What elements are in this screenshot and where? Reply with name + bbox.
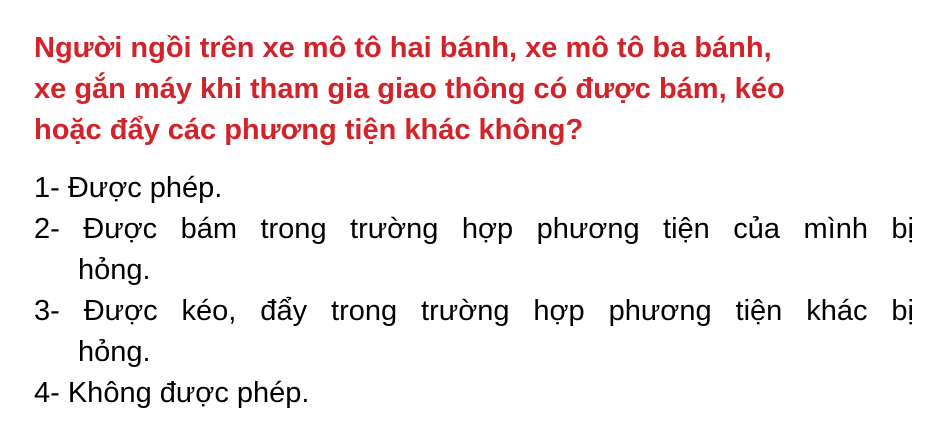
question-card: Người ngồi trên xe mô tô hai bánh, xe mô… xyxy=(0,0,944,439)
answer-text: 3- Được kéo, đẩy trong trường hợp phương… xyxy=(34,295,914,327)
answer-text: 2- Được bám trong trường hợp phương tiện… xyxy=(34,213,914,245)
answer-option-2[interactable]: 2- Được bám trong trường hợp phương tiện… xyxy=(34,209,914,291)
answer-text: 1- Được phép. xyxy=(34,172,223,204)
question-line: xe gắn máy khi tham gia giao thông có đư… xyxy=(34,73,785,105)
question-line: Người ngồi trên xe mô tô hai bánh, xe mô… xyxy=(34,32,772,64)
answer-text-continued: hỏng. xyxy=(78,254,151,286)
answer-option-4[interactable]: 4- Không được phép. xyxy=(34,373,914,414)
answer-option-1[interactable]: 1- Được phép. xyxy=(34,168,914,209)
answer-text-continued: hỏng. xyxy=(78,336,151,368)
question-text: Người ngồi trên xe mô tô hai bánh, xe mô… xyxy=(34,28,914,151)
question-line: hoặc đẩy các phương tiện khác không? xyxy=(34,114,584,146)
answer-text: 4- Không được phép. xyxy=(34,377,310,409)
answer-option-3[interactable]: 3- Được kéo, đẩy trong trường hợp phương… xyxy=(34,291,914,373)
answer-list: 1- Được phép. 2- Được bám trong trường h… xyxy=(34,168,914,414)
